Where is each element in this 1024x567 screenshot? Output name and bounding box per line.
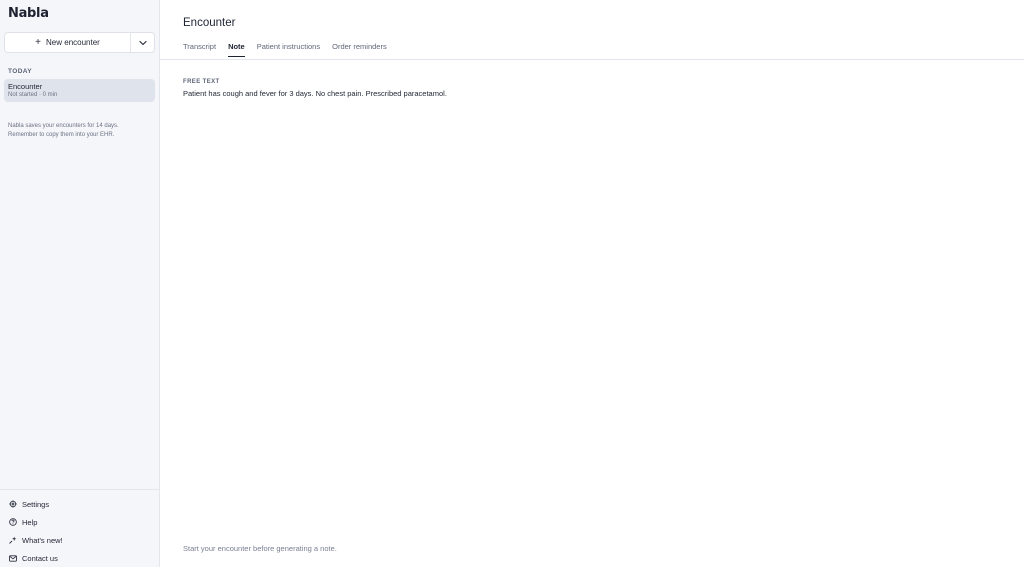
sidebar-item-contact[interactable]: Contact us (0, 549, 159, 567)
sidebar-item-whats-new[interactable]: What's new! (0, 531, 159, 549)
retention-notice-line2: Remember to copy them into your EHR. (8, 131, 115, 138)
encounter-item-status: Not started · 0 min (8, 92, 58, 98)
plus-icon: + (35, 36, 42, 48)
free-text-label: FREE TEXT (183, 79, 220, 85)
retention-notice: Nabla saves your encounters for 14 days.… (0, 102, 159, 139)
encounter-list-item[interactable]: Encounter Not started · 0 min (4, 79, 155, 102)
encounter-item-title: Encounter (8, 82, 43, 91)
encounter-header: Encounter Transcript Note Patient instru… (160, 0, 1024, 60)
tab-note[interactable]: Note (228, 41, 245, 57)
note-content: FREE TEXT Patient has cough and fever fo… (160, 60, 1024, 98)
tab-bar: Transcript Note Patient instructions Ord… (183, 41, 1024, 59)
help-icon (9, 518, 17, 526)
tab-patient-instructions[interactable]: Patient instructions (257, 41, 320, 57)
page-title: Encounter (183, 17, 236, 29)
sidebar: Nabla + New encounter TODAY Encounter No… (0, 0, 160, 567)
free-text-value[interactable]: Patient has cough and fever for 3 days. … (183, 89, 1024, 98)
sidebar-item-settings[interactable]: Settings (0, 495, 159, 513)
app-window: Nabla + New encounter TODAY Encounter No… (0, 0, 1024, 567)
new-encounter-options-button[interactable] (130, 33, 154, 52)
new-encounter-button[interactable]: + New encounter (5, 33, 130, 52)
brand-logo: Nabla (8, 6, 49, 21)
sidebar-footer: Settings Help What's new! Contact us (0, 489, 159, 567)
tab-order-reminders[interactable]: Order reminders (332, 41, 387, 57)
new-encounter-control: + New encounter (4, 32, 155, 53)
chevron-down-icon (138, 40, 147, 45)
main-panel: Encounter Transcript Note Patient instru… (160, 0, 1024, 567)
new-encounter-label: New encounter (46, 38, 100, 47)
section-label-today: TODAY (8, 68, 33, 75)
generate-note-hint: Start your encounter before generating a… (183, 544, 337, 553)
sparkle-icon (9, 536, 17, 544)
tab-transcript[interactable]: Transcript (183, 41, 216, 57)
mail-icon (9, 554, 17, 562)
sidebar-item-help[interactable]: Help (0, 513, 159, 531)
whats-new-label: What's new! (22, 535, 63, 545)
retention-notice-line1: Nabla saves your encounters for 14 days. (8, 123, 119, 129)
contact-label: Contact us (22, 553, 58, 563)
gear-icon (9, 500, 17, 508)
settings-label: Settings (22, 499, 50, 509)
help-label: Help (22, 517, 38, 527)
